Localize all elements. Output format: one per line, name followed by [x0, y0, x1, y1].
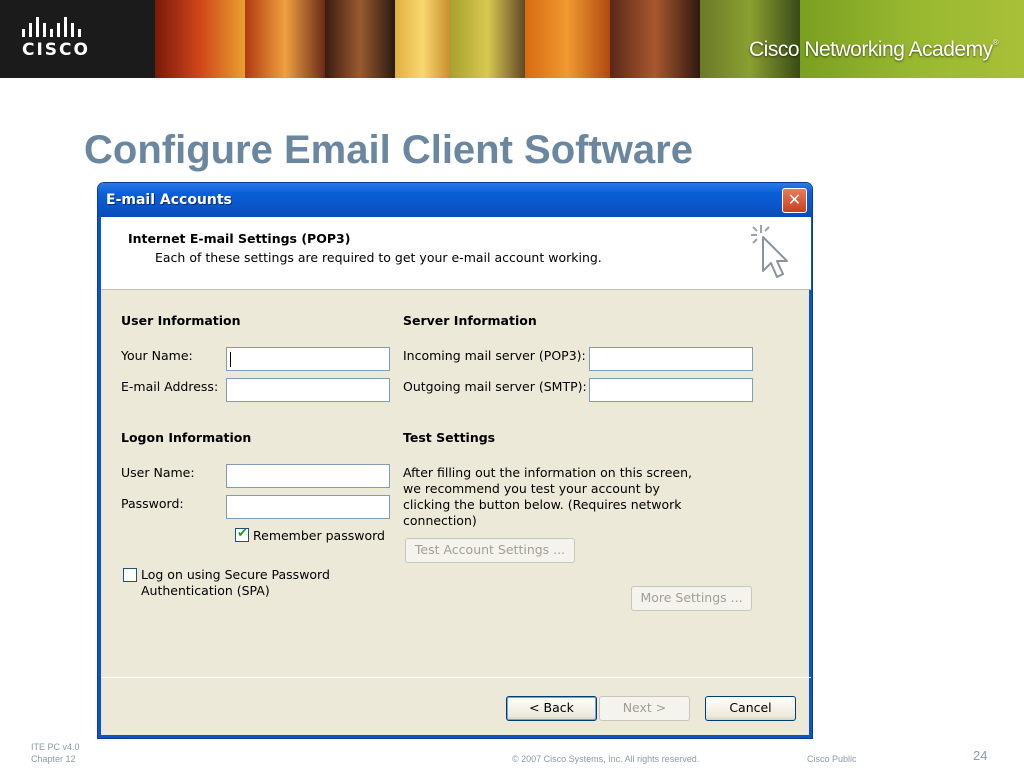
dialog-titlebar[interactable]: E-mail Accounts ✕ — [98, 183, 812, 217]
footer-course: ITE PC v4.0 — [31, 742, 80, 752]
user-name-label: User Name: — [121, 465, 195, 480]
user-name-input[interactable] — [226, 464, 390, 488]
footer-classification: Cisco Public — [807, 754, 857, 764]
checkmark-icon: ✔ — [237, 526, 248, 541]
dialog-footer-separator — [101, 677, 811, 678]
test-account-settings-button[interactable]: Test Account Settings ... — [405, 538, 575, 563]
more-settings-button[interactable]: More Settings ... — [631, 586, 752, 611]
server-info-heading: Server Information — [403, 313, 537, 328]
your-name-label: Your Name: — [121, 348, 193, 363]
test-settings-description: After filling out the information on thi… — [403, 465, 693, 528]
footer-page-number: 24 — [973, 748, 988, 763]
header-subtitle: Each of these settings are required to g… — [155, 250, 602, 265]
header-title: Internet E-mail Settings (POP3) — [128, 231, 351, 246]
outgoing-server-label: Outgoing mail server (SMTP): — [403, 379, 587, 394]
email-address-label: E-mail Address: — [121, 379, 219, 394]
dialog-frame-left — [98, 217, 101, 738]
dialog-title: E-mail Accounts — [106, 192, 232, 208]
email-accounts-dialog: E-mail Accounts ✕ Internet E-mail Settin… — [97, 182, 813, 739]
dialog-frame-bottom — [98, 735, 812, 738]
remember-password-label: Remember password — [253, 528, 385, 543]
password-label: Password: — [121, 496, 184, 511]
cisco-banner: CISCO Cisco Networking Academy® — [0, 0, 1024, 78]
next-button[interactable]: Next > — [599, 696, 690, 721]
dialog-header-panel: Internet E-mail Settings (POP3) Each of … — [101, 217, 811, 290]
spa-label-line2: Authentication (SPA) — [141, 583, 270, 598]
cisco-wordmark: CISCO — [22, 40, 90, 60]
cisco-bars-icon — [22, 17, 81, 37]
test-settings-heading: Test Settings — [403, 430, 496, 445]
dialog-frame-right — [809, 217, 812, 738]
spa-checkbox[interactable] — [123, 568, 137, 582]
remember-password-checkbox[interactable]: ✔ — [235, 526, 249, 542]
close-button[interactable]: ✕ — [782, 188, 807, 213]
footer-chapter: Chapter 12 — [31, 754, 76, 764]
text-caret — [230, 352, 231, 367]
cisco-logo: CISCO — [0, 0, 155, 78]
slide-title: Configure Email Client Software — [84, 128, 693, 172]
back-button[interactable]: < Back — [506, 696, 597, 721]
spa-label-line1: Log on using Secure Password — [141, 567, 330, 582]
wizard-cursor-icon — [751, 225, 788, 278]
incoming-server-input[interactable] — [589, 347, 753, 371]
password-input[interactable] — [226, 495, 390, 519]
footer-copyright: © 2007 Cisco Systems, Inc. All rights re… — [512, 754, 700, 764]
user-info-heading: User Information — [121, 313, 241, 328]
logon-info-heading: Logon Information — [121, 430, 252, 445]
outgoing-server-input[interactable] — [589, 378, 753, 402]
close-icon: ✕ — [787, 190, 802, 209]
cancel-button[interactable]: Cancel — [705, 696, 796, 721]
incoming-server-label: Incoming mail server (POP3): — [403, 348, 586, 363]
email-address-input[interactable] — [226, 378, 390, 402]
your-name-input[interactable] — [226, 347, 390, 371]
academy-title: Cisco Networking Academy® — [748, 38, 999, 61]
